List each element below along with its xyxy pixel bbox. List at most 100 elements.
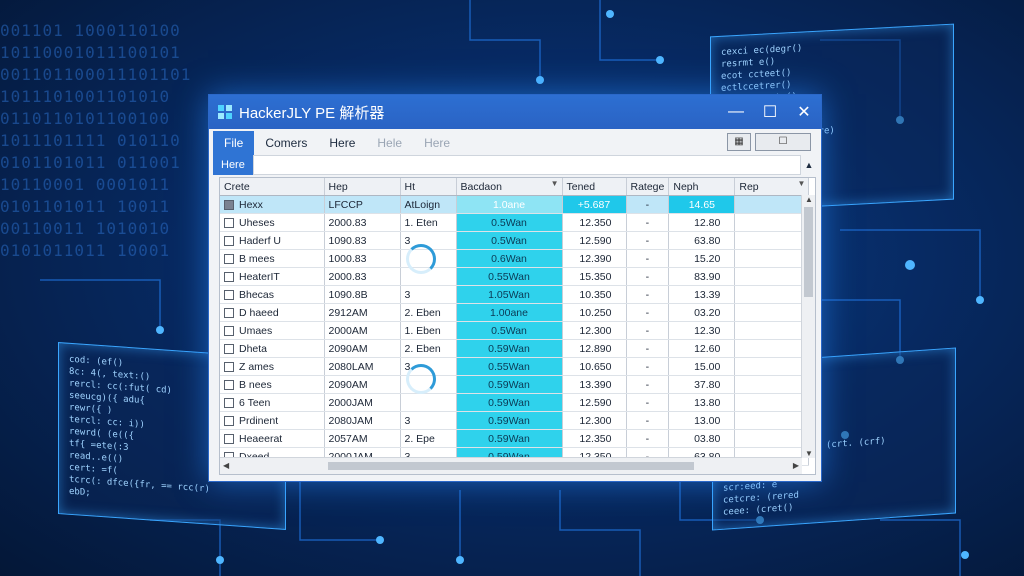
cell-tened: 12.300 xyxy=(562,321,627,340)
row-checkbox[interactable] xyxy=(224,415,234,426)
col-header-tened[interactable]: Tened xyxy=(562,178,627,196)
row-checkbox[interactable] xyxy=(224,361,234,372)
table-row[interactable]: Z ames 2080LAM 3 0.55Wan 10.650-15.00 xyxy=(220,357,810,376)
table-row[interactable]: Bhecas 1090.8B 3 1.05Wan 10.350 - 13.39 xyxy=(220,285,810,304)
cell-text: Bhecas xyxy=(239,288,275,301)
chevron-down-icon[interactable]: ▼ xyxy=(797,179,805,188)
cell-tened: 10.350 xyxy=(562,285,627,304)
cell-ht xyxy=(400,393,457,412)
table-header: Crete Hep Ht Bacdaon ▼ Tened Ratege Neph … xyxy=(220,178,810,196)
col-header-neph[interactable]: Neph xyxy=(668,178,736,196)
table-row[interactable]: HeaterIT 2000.83 0.55Wan 15.350 - 83.90 xyxy=(220,267,810,286)
row-checkbox[interactable] xyxy=(224,289,234,300)
minimize-button[interactable]: — xyxy=(719,95,753,129)
table-row[interactable]: Dheta 2090AM 2. Eben 0.59Wan 12.890 - 12.60 xyxy=(220,339,810,358)
row-checkbox[interactable] xyxy=(224,253,234,264)
cell-ratege: - xyxy=(626,321,670,340)
col-header-hep[interactable]: Hep xyxy=(324,178,401,196)
col-header-rep[interactable]: Rep ▼ xyxy=(734,178,810,196)
cell-bac: 0.55Wan xyxy=(456,357,563,376)
scroll-right-icon[interactable]: ▶ xyxy=(793,461,799,470)
address-field[interactable] xyxy=(252,155,801,175)
col-header-ht[interactable]: Ht xyxy=(400,178,457,196)
row-checkbox[interactable] xyxy=(224,433,234,444)
cell-tened: 15.350 xyxy=(562,267,627,286)
cell-text: 6 Teen xyxy=(239,396,271,409)
table-row[interactable]: B mees 1000.83 0.6Wan 12.390 - 15.20 xyxy=(220,249,810,268)
cell-name: Prdinent xyxy=(220,411,325,430)
cell-empty xyxy=(734,375,810,394)
cell-name: 6 Teen xyxy=(220,393,325,412)
cell-text: 13.00 xyxy=(694,414,721,427)
cell-bac: 1.0ane xyxy=(456,195,563,214)
cell-empty xyxy=(734,303,810,322)
cell-text: - xyxy=(645,342,650,355)
cell-hep: 2000.83 xyxy=(324,267,401,286)
col-header-crete[interactable]: Crete xyxy=(220,178,325,196)
table-row[interactable]: D haeed 2912AM 2. Eben 1.00ane 10.250 - 03.20 xyxy=(220,303,810,322)
scroll-left-icon[interactable]: ◀ xyxy=(223,461,229,470)
row-checkbox[interactable] xyxy=(224,307,234,318)
cell-bac: 0.59Wan xyxy=(456,393,563,412)
table-row[interactable]: Heaeerat 2057AM 2. Epe 0.59Wan 12.350 - 03.80 xyxy=(220,429,810,448)
cell-text: 0.59Wan xyxy=(488,396,530,409)
cell-text: 2. Eben xyxy=(404,342,441,355)
layout-icon[interactable]: ▦ xyxy=(727,133,751,151)
table-row[interactable]: Haderf U 1090.83 3 0.5Wan 12.590 - 63.80 xyxy=(220,231,810,250)
cell-hep: 2912AM xyxy=(324,303,401,322)
vertical-scrollbar[interactable]: ▲ ▼ xyxy=(801,195,815,458)
menu-comers[interactable]: Comers xyxy=(254,131,318,155)
chevron-down-icon[interactable]: ▼ xyxy=(551,179,559,188)
table-row[interactable]: Prdinent 2080JAM 3 0.59Wan 12.300 - 13.00 xyxy=(220,411,810,430)
row-checkbox[interactable] xyxy=(224,271,234,282)
vertical-scroll-thumb[interactable] xyxy=(804,207,813,297)
menu-here[interactable]: Here xyxy=(318,131,366,155)
cell-neph: 12.60 xyxy=(668,339,736,358)
row-checkbox[interactable] xyxy=(224,397,234,408)
table-row[interactable]: 6 Teen 2000JAM 0.59Wan 12.590 - 13.80 xyxy=(220,393,810,412)
cell-ht: 1. Eben xyxy=(400,321,457,340)
submenu-here[interactable]: Here xyxy=(213,155,253,175)
horizontal-scroll-thumb[interactable] xyxy=(328,462,694,470)
cell-text: 10.350 xyxy=(579,288,612,301)
maximize-button[interactable]: ☐ xyxy=(753,95,787,129)
table-row[interactable]: Hexx LFCCP AtLoign 1.0ane +5.687 - 14.65 xyxy=(220,195,810,214)
title-bar[interactable]: HackerJLY PE 解析器 — ☐ ✕ xyxy=(209,95,821,129)
cell-bac: 0.59Wan xyxy=(456,375,563,394)
cell-text: 1. Eben xyxy=(404,324,441,337)
cell-name: B nees xyxy=(220,375,325,394)
menu-hele[interactable]: Hele xyxy=(366,131,413,155)
table-row[interactable]: Uheses 2000.83 1. Eten 0.5Wan 12.350 - 12.80 xyxy=(220,213,810,232)
row-checkbox[interactable] xyxy=(224,217,234,228)
window-toggle-button[interactable]: ☐ xyxy=(755,133,811,151)
cell-empty xyxy=(734,357,810,376)
row-checkbox[interactable] xyxy=(224,325,234,336)
cell-tened: 13.390 xyxy=(562,375,627,394)
expand-up-icon[interactable]: ▲ xyxy=(801,160,817,170)
menu-file[interactable]: File xyxy=(213,131,255,155)
row-checkbox[interactable] xyxy=(224,199,234,210)
cell-text: 83.90 xyxy=(694,270,721,283)
horizontal-scrollbar[interactable]: ◀ ▶ xyxy=(220,457,802,474)
col-header-ratege[interactable]: Ratege xyxy=(626,178,670,196)
cell-text: 2000AM xyxy=(328,324,368,337)
cell-text: - xyxy=(645,360,650,373)
menu-here-2[interactable]: Here xyxy=(413,131,461,155)
table-row[interactable]: B nees 2090AM 0.59Wan 13.390 - 37.80 xyxy=(220,375,810,394)
scroll-up-icon[interactable]: ▲ xyxy=(805,195,813,204)
row-checkbox[interactable] xyxy=(224,235,234,246)
cell-ratege: - xyxy=(626,429,670,448)
table-row[interactable]: Umaes 2000AM 1. Eben 0.5Wan 12.300 - 12.30 xyxy=(220,321,810,340)
col-header-bacdaon[interactable]: Bacdaon ▼ xyxy=(456,178,563,196)
scroll-down-icon[interactable]: ▼ xyxy=(805,449,813,458)
row-checkbox[interactable] xyxy=(224,379,234,390)
row-checkbox[interactable] xyxy=(224,343,234,354)
cell-hep: 2000AM xyxy=(324,321,401,340)
cell-ratege: - xyxy=(626,285,670,304)
cell-ratege: - xyxy=(626,267,670,286)
cell-text: HeaterIT xyxy=(239,270,280,283)
close-button[interactable]: ✕ xyxy=(787,95,821,129)
cell-text: 0.59Wan xyxy=(488,378,530,391)
cell-text: AtLoign xyxy=(404,198,441,211)
cell-bac: 0.59Wan xyxy=(456,411,563,430)
